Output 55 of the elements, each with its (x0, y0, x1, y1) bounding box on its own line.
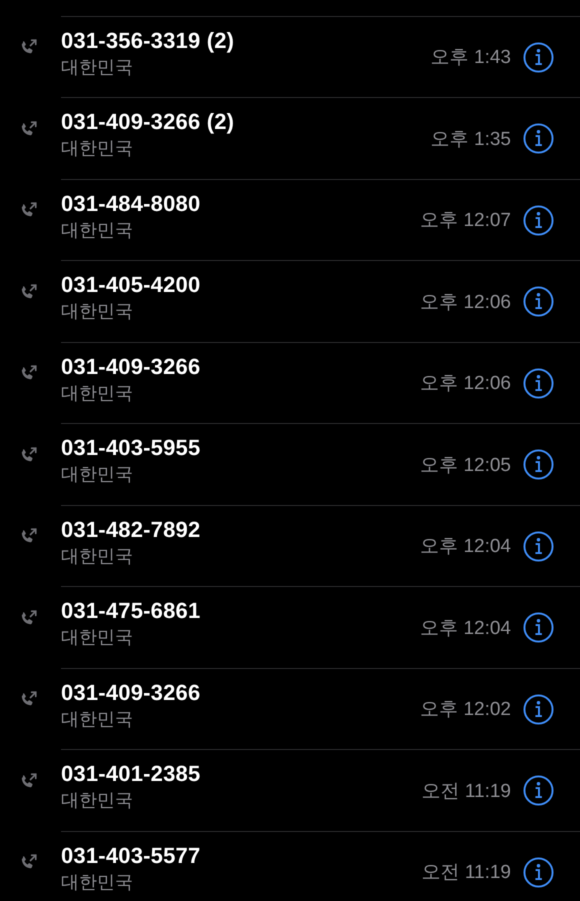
outgoing-call-icon (20, 364, 38, 382)
phone-number: 031-409-3266 (2) (61, 109, 234, 136)
call-time: 오후 12:06 (420, 372, 511, 396)
call-location: 대한민국 (61, 870, 133, 894)
info-icon[interactable] (523, 856, 554, 888)
outgoing-call-icon (20, 690, 38, 708)
info-icon[interactable] (523, 286, 554, 318)
call-location: 대한민국 (61, 544, 133, 568)
call-location: 대한민국 (61, 137, 133, 160)
outgoing-call-icon (20, 853, 38, 871)
outgoing-call-icon (20, 282, 38, 300)
outgoing-call-icon (20, 527, 38, 545)
info-icon[interactable] (523, 612, 554, 644)
phone-number: 031-484-8080 (61, 190, 200, 217)
call-location: 대한민국 (61, 300, 133, 324)
call-time: 오후 12:04 (420, 616, 511, 641)
info-icon[interactable] (523, 694, 554, 725)
call-location: 대한민국 (61, 382, 133, 405)
info-icon[interactable] (523, 42, 554, 73)
call-time: 오후 12:06 (420, 290, 511, 315)
call-time: 오후 12:07 (420, 209, 511, 234)
info-icon[interactable] (523, 449, 554, 480)
info-icon[interactable] (523, 204, 554, 236)
phone-number: 031-405-4200 (61, 272, 200, 298)
outgoing-call-icon (20, 446, 38, 464)
call-time: 오전 11:19 (422, 780, 511, 804)
outgoing-call-icon (20, 201, 38, 219)
call-location: 대한민국 (61, 708, 133, 731)
phone-number: 031-403-5955 (61, 435, 200, 462)
info-icon[interactable] (523, 123, 554, 154)
call-location: 대한민국 (61, 626, 133, 650)
phone-number: 031-356-3319 (2) (61, 28, 234, 54)
phone-number: 031-403-5577 (61, 842, 200, 869)
call-location: 대한민국 (61, 218, 133, 242)
call-location: 대한민국 (61, 56, 133, 79)
outgoing-call-icon (20, 120, 38, 138)
phone-number: 031-409-3266 (61, 354, 200, 380)
info-icon[interactable] (523, 775, 554, 806)
call-location: 대한민국 (61, 789, 133, 812)
outgoing-call-icon (20, 608, 38, 626)
call-time: 오후 12:05 (420, 454, 511, 478)
phone-number: 031-401-2385 (61, 761, 200, 788)
call-location: 대한민국 (61, 463, 133, 486)
call-time: 오후 1:35 (430, 128, 511, 152)
call-time: 오후 1:43 (430, 46, 511, 70)
outgoing-call-icon (20, 772, 38, 790)
info-icon[interactable] (523, 368, 554, 399)
phone-number: 031-475-6861 (61, 598, 200, 624)
outgoing-call-icon (20, 38, 38, 56)
call-time: 오후 12:04 (420, 535, 511, 560)
call-time: 오전 11:19 (422, 861, 511, 886)
call-time: 오후 12:02 (420, 698, 511, 722)
phone-number: 031-409-3266 (61, 680, 200, 706)
info-icon[interactable] (523, 530, 554, 562)
phone-number: 031-482-7892 (61, 516, 200, 543)
